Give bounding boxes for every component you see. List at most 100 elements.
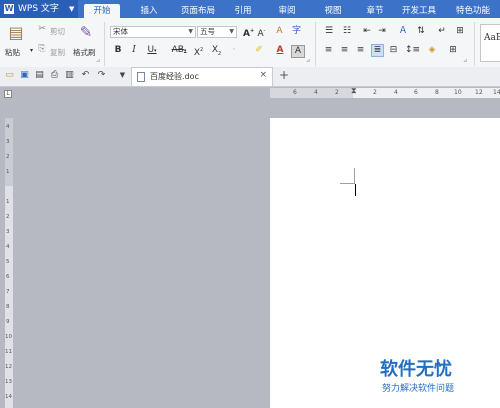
- decrease-indent-icon[interactable]: ⇤: [361, 26, 373, 37]
- paste-dropdown-icon[interactable]: ▾: [30, 47, 33, 54]
- save-icon[interactable]: ▣: [19, 70, 30, 81]
- increase-indent-icon[interactable]: ⇥: [376, 26, 388, 37]
- tab-review[interactable]: 审阅: [272, 4, 302, 18]
- paste-button[interactable]: 粘贴: [5, 47, 20, 58]
- shading-icon[interactable]: ◈: [425, 45, 439, 56]
- format-painter-button[interactable]: 格式刷: [73, 47, 96, 58]
- document-tab[interactable]: 百度经验.doc ×: [131, 67, 273, 86]
- chevron-down-icon: ▼: [229, 28, 234, 35]
- align-left-icon[interactable]: ≡: [323, 45, 334, 56]
- borders-icon[interactable]: ⊞: [446, 45, 460, 56]
- margin-corner-mark: [340, 183, 355, 184]
- clear-format-icon[interactable]: A: [274, 26, 285, 37]
- numbered-list-icon[interactable]: ☷: [340, 26, 354, 37]
- ruler-number: 4: [314, 89, 318, 96]
- scissors-icon[interactable]: ✂: [37, 24, 47, 35]
- close-icon[interactable]: ×: [259, 70, 267, 80]
- separator-dot: ·: [232, 45, 236, 55]
- undo-icon[interactable]: ↶: [80, 70, 91, 81]
- character-shading-icon[interactable]: A: [291, 45, 305, 58]
- font-name-select[interactable]: 宋体 ▼: [110, 26, 196, 38]
- strikethrough-icon[interactable]: AB▾: [170, 45, 188, 57]
- show-marks-icon[interactable]: ↵: [436, 26, 448, 37]
- text-cursor: [355, 184, 356, 196]
- align-right-icon[interactable]: ≡: [355, 45, 366, 56]
- paste-icon[interactable]: ▤: [6, 23, 26, 43]
- ruler-number: 14: [493, 89, 500, 96]
- superscript-icon[interactable]: X2: [193, 45, 204, 59]
- ruler-number: 10: [454, 89, 462, 96]
- ruler-number: 8: [435, 89, 439, 96]
- watermark-title: 软件无忧: [380, 359, 452, 380]
- ruler-number: 8: [6, 304, 10, 310]
- font-size-value: 五号: [200, 27, 215, 36]
- italic-icon[interactable]: I: [129, 45, 139, 56]
- justify-icon[interactable]: ≣: [371, 44, 384, 57]
- subscript-icon[interactable]: X2: [211, 45, 222, 60]
- app-menu-button[interactable]: W WPS 文字 ▼: [0, 0, 78, 18]
- align-center-icon[interactable]: ≡: [339, 45, 350, 56]
- dialog-launcher-icon[interactable]: ⊿: [306, 58, 310, 64]
- distributed-icon[interactable]: ⊟: [388, 45, 399, 56]
- ruler-number: 10: [5, 334, 12, 340]
- ruler-number: 6: [6, 274, 10, 280]
- tab-view[interactable]: 视图: [318, 4, 348, 18]
- font-size-select[interactable]: 五号 ▼: [197, 26, 237, 38]
- highlight-icon[interactable]: ✐: [252, 45, 266, 56]
- ruler-corner-button[interactable]: L: [4, 90, 12, 98]
- table-icon[interactable]: ⊞: [454, 26, 466, 37]
- save-as-icon[interactable]: ▤: [34, 70, 45, 81]
- chinese-layout-icon[interactable]: Ａ: [397, 26, 409, 37]
- style-preview-text: AaB: [484, 33, 500, 43]
- font-color-icon[interactable]: A: [274, 45, 286, 56]
- print-icon[interactable]: ⎙: [49, 70, 60, 81]
- tab-references[interactable]: 引用: [228, 4, 258, 18]
- copy-icon[interactable]: ⎘: [37, 44, 47, 55]
- ruler-number: 2: [6, 214, 10, 220]
- underline-icon[interactable]: U▾: [145, 45, 159, 57]
- ruler-number: 12: [5, 364, 12, 370]
- customize-quick-access-icon[interactable]: ▼: [117, 70, 128, 81]
- ruler-number: 4: [6, 244, 10, 250]
- tab-home[interactable]: 开始: [84, 4, 120, 18]
- divider: [315, 22, 316, 66]
- print-preview-icon[interactable]: ▥: [64, 70, 75, 81]
- style-gallery[interactable]: [480, 24, 500, 62]
- tab-chapter[interactable]: 章节: [360, 4, 390, 18]
- open-icon[interactable]: ▭: [4, 70, 15, 81]
- ruler-number: 14: [5, 394, 12, 400]
- dialog-launcher-icon[interactable]: ⊿: [463, 58, 467, 64]
- indent-marker-icon[interactable]: ⧗: [351, 86, 357, 100]
- bullet-list-icon[interactable]: ☰: [322, 26, 336, 37]
- tab-special[interactable]: 特色功能: [448, 4, 498, 18]
- ruler-number: 12: [475, 89, 483, 96]
- chevron-down-icon: ▼: [188, 28, 193, 35]
- watermark-subtitle: 努力解决软件问题: [382, 384, 455, 394]
- copy-button[interactable]: 复制: [50, 47, 65, 58]
- ruler-number: 5: [6, 259, 10, 265]
- new-tab-icon[interactable]: +: [279, 68, 289, 82]
- tab-insert[interactable]: 插入: [132, 4, 166, 18]
- ruler-number: 1: [6, 169, 10, 175]
- ruler-number: 2: [373, 89, 377, 96]
- ruler-number: 2: [6, 154, 10, 160]
- phonetic-guide-icon[interactable]: 字: [291, 26, 302, 37]
- shrink-font-icon[interactable]: A-: [256, 26, 267, 40]
- dialog-launcher-icon[interactable]: ⊿: [96, 58, 100, 64]
- tab-page-layout[interactable]: 页面布局: [175, 4, 221, 18]
- document-icon: [137, 72, 145, 82]
- ruler-number: 6: [293, 89, 297, 96]
- ruler-number: 4: [6, 124, 10, 130]
- grow-font-icon[interactable]: A+: [243, 26, 254, 40]
- ruler-number: 13: [5, 379, 12, 385]
- ruler-number: 4: [394, 89, 398, 96]
- format-painter-icon[interactable]: ✎: [78, 23, 94, 41]
- line-spacing-icon[interactable]: ↕≡: [405, 45, 420, 56]
- tab-developer[interactable]: 开发工具: [396, 4, 442, 18]
- bold-icon[interactable]: B: [113, 45, 123, 56]
- ruler-number: 1: [6, 199, 10, 205]
- sort-icon[interactable]: ⇅: [415, 26, 427, 37]
- cut-button[interactable]: 剪切: [50, 26, 65, 37]
- redo-icon[interactable]: ↷: [96, 70, 107, 81]
- ruler-number: 9: [6, 319, 10, 325]
